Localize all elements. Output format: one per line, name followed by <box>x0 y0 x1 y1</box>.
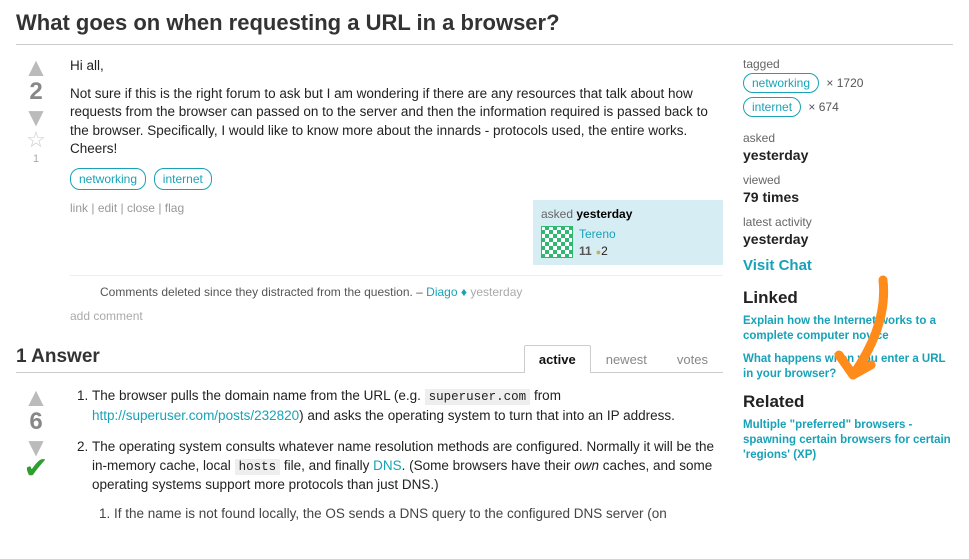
vote-column: ▲ 2 ▼ ☆ 1 <box>16 57 56 324</box>
related-item[interactable]: Multiple "preferred" browsers - spawning… <box>743 418 953 463</box>
user-link[interactable]: Tereno <box>579 227 616 241</box>
accepted-checkmark-icon[interactable]: ✔ <box>16 457 56 481</box>
sb-viewed-label: viewed <box>743 173 953 187</box>
upvote-icon[interactable]: ▲ <box>16 57 56 77</box>
comment-user-link[interactable]: Diago <box>426 285 457 299</box>
moderator-diamond-icon: ♦ <box>461 285 470 299</box>
question-tags: networking internet <box>70 168 723 190</box>
post-menu: link | edit | close | flag <box>70 200 184 216</box>
text: file, and finally <box>280 458 373 473</box>
sb-asked-label: asked <box>743 131 953 145</box>
post-menu-close[interactable]: close <box>127 201 155 215</box>
favorite-count: 1 <box>16 153 56 165</box>
answer-step: The operating system consults whatever n… <box>92 438 723 524</box>
post-menu-link[interactable]: link <box>70 201 88 215</box>
favorite-star-icon[interactable]: ☆ <box>16 127 56 153</box>
tag-internet[interactable]: internet <box>154 168 212 190</box>
linked-heading: Linked <box>743 288 953 308</box>
text: The browser pulls the domain name from t… <box>92 388 425 403</box>
tag-networking[interactable]: networking <box>70 168 146 190</box>
vote-column: ▲ 6 ▼ ✔ <box>16 387 56 536</box>
add-comment-link[interactable]: add comment <box>70 308 723 324</box>
answer-step: The browser pulls the domain name from t… <box>92 387 723 425</box>
text: ) and asks the operating system to turn … <box>299 408 675 423</box>
sb-asked-val: yesterday <box>743 147 953 163</box>
bronze-badge-count: 2 <box>601 244 608 258</box>
text: from <box>530 388 561 403</box>
question-body-line: Not sure if this is the right forum to a… <box>70 85 723 158</box>
user-rep: 11 <box>579 244 592 258</box>
inline-link[interactable]: http://superuser.com/posts/232820 <box>92 408 299 423</box>
sb-tag-networking[interactable]: networking <box>743 73 819 93</box>
linked-item[interactable]: What happens when you enter a URL in you… <box>743 352 953 382</box>
answers-count: 1 Answer <box>16 346 100 372</box>
inline-link-dns[interactable]: DNS <box>373 458 402 473</box>
sb-latest-label: latest activity <box>743 215 953 229</box>
downvote-icon[interactable]: ▼ <box>16 107 56 127</box>
visit-chat-link[interactable]: Visit Chat <box>743 257 953 274</box>
comment-text: Comments deleted since they distracted f… <box>100 285 426 299</box>
code-domain: superuser.com <box>425 389 531 405</box>
tab-votes[interactable]: votes <box>662 345 723 373</box>
answer: ▲ 6 ▼ ✔ The browser pulls the domain nam… <box>16 387 723 536</box>
avatar[interactable] <box>541 226 573 258</box>
asker-signature: asked yesterday Tereno 11●2 <box>533 200 723 265</box>
tab-newest[interactable]: newest <box>591 345 662 373</box>
code-hosts: hosts <box>235 459 281 475</box>
sb-tag-internet[interactable]: internet <box>743 97 801 117</box>
comment-time: yesterday <box>470 285 522 299</box>
text: . (Some browsers have their <box>402 458 575 473</box>
sort-tabs: active newest votes <box>524 344 723 372</box>
question-body-line: Hi all, <box>70 57 723 75</box>
question: ▲ 2 ▼ ☆ 1 Hi all, Not sure if this is th… <box>16 57 723 324</box>
tab-active[interactable]: active <box>524 345 591 373</box>
sb-tag-count: × 674 <box>808 100 838 114</box>
comment: Comments deleted since they distracted f… <box>70 284 723 300</box>
sig-label: asked <box>541 207 576 221</box>
answer-substep: If the name is not found locally, the OS… <box>114 505 723 524</box>
sig-time: yesterday <box>576 207 632 221</box>
sb-latest-val: yesterday <box>743 231 953 247</box>
sb-viewed-val: 79 times <box>743 189 953 205</box>
italic-own: own <box>574 458 599 473</box>
post-menu-flag[interactable]: flag <box>165 201 184 215</box>
sb-tagged-label: tagged <box>743 57 953 71</box>
post-menu-edit[interactable]: edit <box>98 201 117 215</box>
upvote-icon[interactable]: ▲ <box>16 387 56 407</box>
related-heading: Related <box>743 392 953 412</box>
sb-tag-count: × 1720 <box>826 76 863 90</box>
linked-item[interactable]: Explain how the Internet works to a comp… <box>743 314 953 344</box>
page-title: What goes on when requesting a URL in a … <box>16 10 953 45</box>
